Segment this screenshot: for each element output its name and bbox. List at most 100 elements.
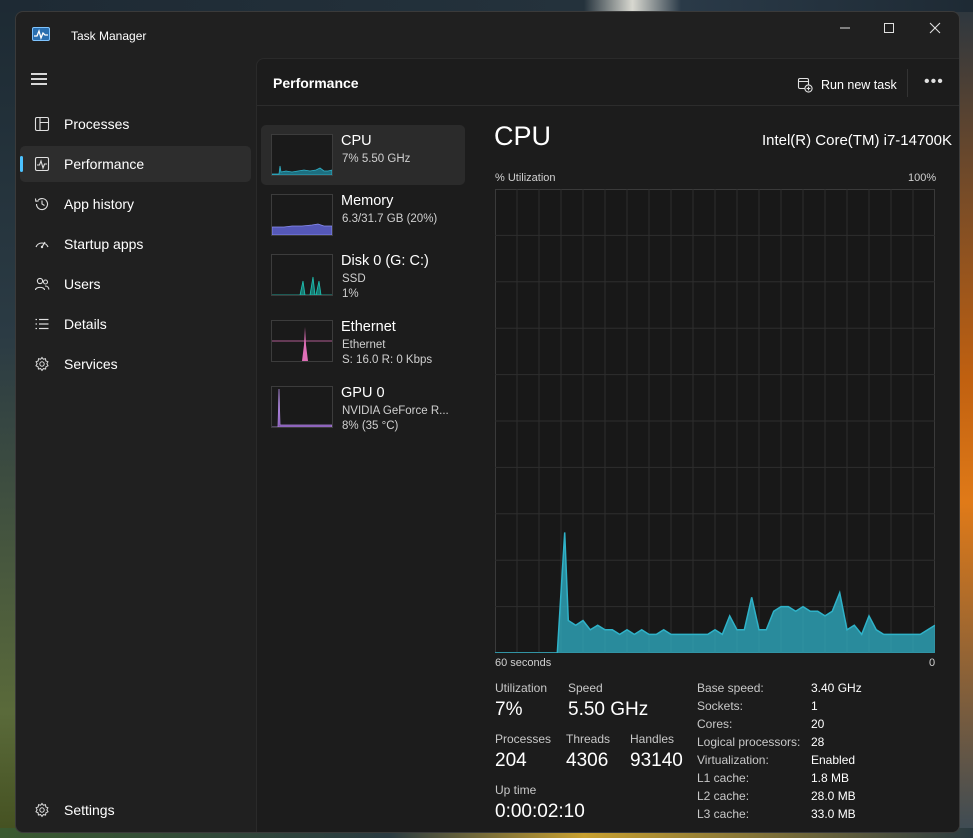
task-manager-app-icon (32, 27, 50, 41)
services-icon (35, 356, 49, 372)
threads-label: Threads (566, 732, 611, 746)
sidebar-item-startup-apps[interactable]: Startup apps (20, 226, 251, 262)
page-title: Performance (273, 75, 359, 91)
cpu-utilization-graph (495, 189, 935, 653)
sidebar-item-label: Users (64, 276, 101, 292)
resource-name: Ethernet (341, 319, 396, 335)
processes-value: 204 (495, 750, 527, 771)
spec-label: L2 cache: (697, 789, 750, 803)
header-divider (907, 69, 908, 97)
menu-toggle-button[interactable] (31, 73, 49, 87)
cpu-thumbnail-graph (271, 134, 333, 176)
uptime-label: Up time (495, 783, 537, 797)
sidebar-item-label: Details (64, 316, 107, 332)
title-bar[interactable]: Task Manager (16, 12, 959, 58)
close-icon (929, 22, 941, 34)
processes-icon (34, 116, 50, 132)
utilization-value: 7% (495, 699, 523, 720)
minimize-button[interactable] (822, 14, 868, 42)
cpu-model: Intel(R) Core(TM) i7-14700K (761, 132, 952, 149)
spec-value: Enabled (811, 753, 856, 767)
spec-label: Cores: (697, 717, 733, 731)
sidebar-item-label: Processes (64, 116, 130, 132)
sidebar-item-services[interactable]: Services (20, 346, 251, 382)
sidebar-item-label: Performance (64, 156, 145, 172)
x-axis-left-label: 60 seconds (495, 657, 552, 669)
sidebar-item-users[interactable]: Users (20, 266, 251, 302)
app-title: Task Manager (71, 29, 147, 43)
y-axis-label: % Utilization (495, 172, 556, 184)
task-manager-window: Task Manager Processes Performance App h… (15, 11, 960, 833)
run-new-task-button[interactable]: Run new task (797, 75, 897, 95)
spec-label: Base speed: (697, 681, 764, 695)
details-icon (35, 318, 49, 330)
sidebar-item-performance[interactable]: Performance (20, 146, 251, 182)
active-indicator (20, 156, 23, 172)
hamburger-line (31, 78, 47, 80)
maximize-icon (884, 23, 894, 33)
startup-icon (35, 241, 49, 249)
hamburger-line (31, 83, 47, 85)
users-icon (34, 277, 50, 291)
handles-label: Handles (630, 732, 675, 746)
threads-value: 4306 (566, 750, 609, 771)
sidebar-item-app-history[interactable]: App history (20, 186, 251, 222)
ethernet-thumbnail-graph (271, 320, 333, 362)
resource-name: Disk 0 (G: C:) (341, 253, 429, 269)
memory-thumbnail-graph (271, 194, 333, 236)
spec-value: 20 (811, 717, 825, 731)
speed-label: Speed (568, 681, 603, 695)
resource-item-cpu[interactable]: CPU 7% 5.50 GHz (261, 125, 465, 185)
hamburger-line (31, 73, 47, 75)
spec-label: Logical processors: (697, 735, 801, 749)
resource-detail: S: 16.0 R: 0 Kbps (342, 354, 433, 366)
cpu-heading: CPU (494, 121, 552, 151)
gear-icon (35, 802, 49, 818)
resource-name: CPU (341, 133, 372, 149)
resource-detail: NVIDIA GeForce R... (342, 405, 449, 417)
speed-value: 5.50 GHz (568, 699, 649, 720)
minimize-icon (840, 27, 850, 29)
sidebar-item-processes[interactable]: Processes (20, 106, 251, 142)
spec-label: L1 cache: (697, 771, 750, 785)
gpu-thumbnail-graph (271, 386, 333, 428)
maximize-button[interactable] (866, 14, 912, 42)
spec-label: Sockets: (697, 699, 744, 713)
disk-thumbnail-graph (271, 254, 333, 296)
run-new-task-label: Run new task (821, 78, 897, 92)
resource-detail: 1% (342, 288, 359, 300)
resource-item-ethernet[interactable]: Ethernet Ethernet S: 16.0 R: 0 Kbps (261, 311, 465, 371)
sidebar-item-label: App history (64, 196, 135, 212)
spec-value: 1 (811, 699, 818, 713)
sidebar-item-label: Startup apps (64, 236, 144, 252)
more-options-button[interactable]: ••• (924, 73, 944, 91)
resource-item-memory[interactable]: Memory 6.3/31.7 GB (20%) (261, 185, 465, 245)
history-icon (34, 198, 49, 211)
resource-item-disk[interactable]: Disk 0 (G: C:) SSD 1% (261, 245, 465, 305)
resource-detail: 7% 5.50 GHz (342, 153, 411, 165)
spec-value: 3.40 GHz (811, 681, 862, 695)
resource-name: Memory (341, 193, 394, 209)
resource-detail: 8% (35 °C) (342, 420, 399, 432)
spec-value: 28 (811, 735, 825, 749)
x-axis-right-label: 0 (929, 657, 936, 669)
spec-label: Virtualization: (697, 753, 769, 767)
handles-value: 93140 (630, 750, 683, 771)
sidebar-item-details[interactable]: Details (20, 306, 251, 342)
sidebar-item-label: Services (64, 356, 118, 372)
resource-detail: 6.3/31.7 GB (20%) (342, 213, 438, 225)
resource-detail: SSD (342, 273, 366, 285)
panel-header: Performance Run new task ••• (257, 59, 959, 106)
spec-label: L3 cache: (697, 807, 750, 821)
sidebar-item-settings[interactable]: Settings (20, 792, 251, 828)
spec-value: 33.0 MB (811, 807, 856, 821)
spec-value: 28.0 MB (811, 789, 856, 803)
sidebar-item-label: Settings (64, 802, 115, 818)
resource-detail: Ethernet (342, 339, 386, 351)
utilization-label: Utilization (495, 681, 548, 695)
close-button[interactable] (912, 14, 958, 42)
performance-panel: Performance Run new task ••• CPU 7% 5.50 (256, 58, 959, 832)
resource-item-gpu[interactable]: GPU 0 NVIDIA GeForce R... 8% (35 °C) (261, 377, 465, 437)
resource-name: GPU 0 (341, 385, 385, 401)
performance-icon (34, 156, 50, 172)
